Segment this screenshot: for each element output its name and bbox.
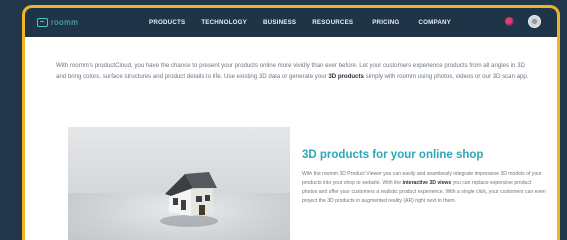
house-model-icon[interactable] <box>163 170 219 222</box>
logo-text: roomm <box>51 18 79 27</box>
feature-description: With the roomm 3D Product Viewer you can… <box>302 170 546 206</box>
nav-item-resources[interactable]: RESOURCES <box>312 19 353 26</box>
nav-item-technology[interactable]: TECHNOLOGY <box>201 19 247 26</box>
nav-item-pricing[interactable]: PRICING <box>372 19 399 26</box>
nav-item-business[interactable]: BUSINESS <box>263 19 296 26</box>
intro-paragraph: With roomm's productCloud, you have the … <box>56 61 534 82</box>
intro-text-2: simply with roomm using photos, videos o… <box>363 72 529 80</box>
product-viewer[interactable] <box>68 127 290 240</box>
logo[interactable]: roomm <box>37 18 107 27</box>
intro-bold: 3D products <box>328 72 364 80</box>
browser-frame: roomm PRODUCTS TECHNOLOGY BUSINESS RESOU… <box>22 5 560 240</box>
feature-bold: interactive 3D views <box>402 179 452 186</box>
user-avatar-icon[interactable] <box>528 15 541 28</box>
logo-icon <box>37 18 48 27</box>
flag-icon[interactable] <box>505 17 514 26</box>
feature-title: 3D products for your online shop <box>302 149 484 161</box>
nav-item-company[interactable]: COMPANY <box>418 19 451 26</box>
top-navigation: roomm PRODUCTS TECHNOLOGY BUSINESS RESOU… <box>25 8 557 37</box>
nav-item-products[interactable]: PRODUCTS <box>149 19 185 26</box>
nav-actions <box>505 15 541 28</box>
main-menu: PRODUCTS TECHNOLOGY BUSINESS RESOURCES P… <box>149 19 467 26</box>
